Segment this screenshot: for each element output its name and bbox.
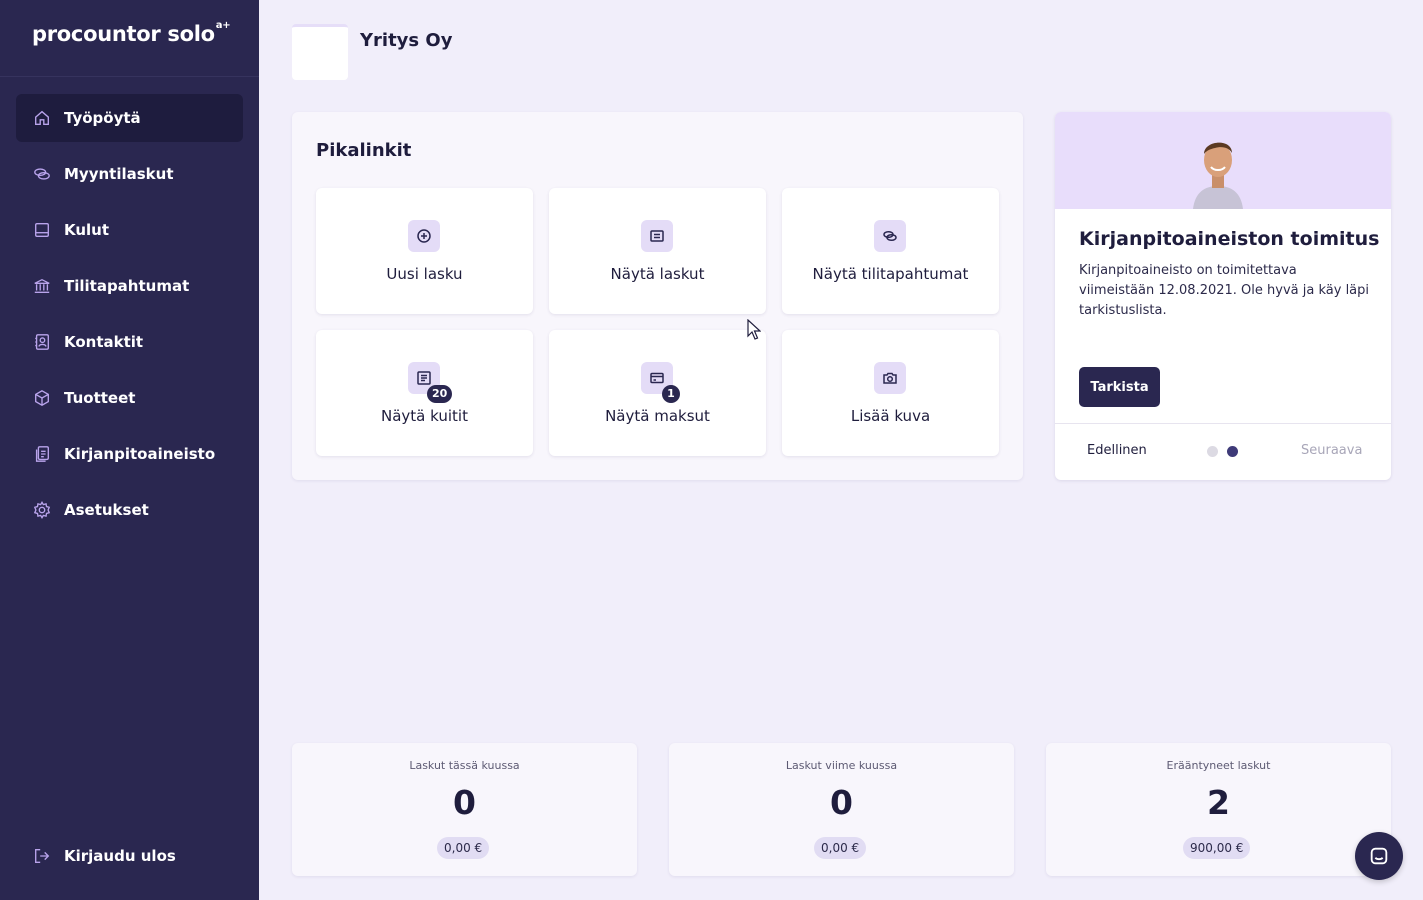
sidebar-item-label: Kirjanpitoaineisto bbox=[64, 445, 216, 463]
sidebar-item-kulut[interactable]: Kulut bbox=[16, 206, 243, 254]
carousel-dot-1[interactable] bbox=[1207, 446, 1218, 457]
stat-value: 0 bbox=[830, 783, 853, 822]
tile-label: Näytä maksut bbox=[605, 407, 710, 425]
tile-label: Näytä kuitit bbox=[381, 407, 468, 425]
chat-icon bbox=[1370, 847, 1388, 865]
divider bbox=[0, 76, 259, 77]
stat-card-this-month: Laskut tässä kuussa 0 0,00 € bbox=[292, 743, 637, 876]
stat-label: Erääntyneet laskut bbox=[1166, 759, 1271, 772]
sidebar-item-asetukset[interactable]: Asetukset bbox=[16, 486, 243, 534]
stat-card-last-month: Laskut viime kuussa 0 0,00 € bbox=[669, 743, 1014, 876]
tile-label: Näytä tilitapahtumat bbox=[812, 265, 969, 283]
sidebar-item-tuotteet[interactable]: Tuotteet bbox=[16, 374, 243, 422]
promo-banner bbox=[1055, 112, 1391, 209]
tile-nayta-maksut[interactable]: 1 Näytä maksut bbox=[549, 330, 766, 456]
promo-card: Kirjanpitoaineiston toimitus Kirjanpitoa… bbox=[1055, 112, 1391, 480]
stat-card-overdue: Erääntyneet laskut 2 900,00 € bbox=[1046, 743, 1391, 876]
promo-text: Kirjanpitoaineisto on toimitettava viime… bbox=[1079, 263, 1370, 318]
chat-button[interactable] bbox=[1355, 832, 1403, 880]
receipts-badge: 20 bbox=[427, 385, 453, 403]
stat-amount: 0,00 € bbox=[437, 837, 490, 859]
tile-nayta-laskut[interactable]: Näytä laskut bbox=[549, 188, 766, 314]
sidebar-item-label: Tuotteet bbox=[64, 389, 136, 407]
stat-value: 2 bbox=[1207, 783, 1230, 822]
company-name: Yritys Oy bbox=[360, 30, 453, 51]
sidebar-item-tilitapahtumat[interactable]: Tilitapahtumat bbox=[16, 262, 243, 310]
stat-value: 0 bbox=[453, 783, 476, 822]
sidebar-item-label: Kulut bbox=[64, 221, 110, 239]
home-icon bbox=[32, 108, 52, 128]
sidebar: procountor soloa+ Työpöytä Myyntilaskut … bbox=[0, 0, 259, 900]
sidebar-item-tyopoyta[interactable]: Työpöytä bbox=[16, 94, 243, 142]
logout-button[interactable]: Kirjaudu ulos bbox=[16, 832, 243, 880]
quick-links-title: Pikalinkit bbox=[316, 140, 412, 161]
tile-nayta-kuitit[interactable]: 20 Näytä kuitit bbox=[316, 330, 533, 456]
quick-links-panel: Pikalinkit Uusi lasku Näytä laskut Näytä… bbox=[292, 112, 1023, 480]
documents-icon bbox=[32, 444, 52, 464]
inbox-icon bbox=[32, 220, 52, 240]
gear-icon bbox=[32, 500, 52, 520]
sidebar-item-label: Myyntilaskut bbox=[64, 165, 174, 183]
app-logo[interactable]: procountor soloa+ bbox=[32, 20, 231, 46]
tile-label: Näytä laskut bbox=[610, 265, 705, 283]
previous-button[interactable]: Edellinen bbox=[1087, 443, 1147, 458]
invoice-icon bbox=[641, 220, 673, 252]
sidebar-item-label: Asetukset bbox=[64, 501, 149, 519]
bank-icon bbox=[32, 276, 52, 296]
tile-lisaa-kuva[interactable]: Lisää kuva bbox=[782, 330, 999, 456]
stat-label: Laskut tässä kuussa bbox=[409, 759, 520, 772]
carousel-dot-2[interactable] bbox=[1227, 446, 1238, 457]
tile-label: Lisää kuva bbox=[850, 407, 931, 425]
logout-label: Kirjaudu ulos bbox=[64, 847, 176, 865]
sidebar-item-label: Tilitapahtumat bbox=[64, 277, 190, 295]
sidebar-item-label: Työpöytä bbox=[64, 109, 141, 127]
stat-label: Laskut viime kuussa bbox=[785, 759, 898, 772]
coins-icon bbox=[874, 220, 906, 252]
logout-icon bbox=[32, 846, 52, 866]
tile-label: Uusi lasku bbox=[386, 265, 463, 283]
payments-badge: 1 bbox=[662, 385, 680, 403]
person-illustration bbox=[1193, 142, 1243, 209]
sidebar-item-kontaktit[interactable]: Kontaktit bbox=[16, 318, 243, 366]
company-logo bbox=[292, 24, 348, 80]
tile-nayta-tilitapahtumat[interactable]: Näytä tilitapahtumat bbox=[782, 188, 999, 314]
stat-amount: 900,00 € bbox=[1183, 837, 1251, 859]
promo-title: Kirjanpitoaineiston toimitus bbox=[1079, 228, 1380, 250]
next-button[interactable]: Seuraava bbox=[1301, 443, 1362, 458]
divider bbox=[1055, 423, 1391, 424]
check-button[interactable]: Tarkista bbox=[1079, 367, 1160, 407]
camera-icon bbox=[874, 362, 906, 394]
box-icon bbox=[32, 388, 52, 408]
mouse-cursor-icon bbox=[747, 319, 761, 340]
sidebar-item-label: Kontaktit bbox=[64, 333, 144, 351]
sidebar-item-kirjanpitoaineisto[interactable]: Kirjanpitoaineisto bbox=[16, 430, 243, 478]
stat-amount: 0,00 € bbox=[814, 837, 867, 859]
plus-circle-icon bbox=[408, 220, 440, 252]
contact-icon bbox=[32, 332, 52, 352]
coins-icon bbox=[32, 164, 52, 184]
sidebar-item-myyntilaskut[interactable]: Myyntilaskut bbox=[16, 150, 243, 198]
tile-uusi-lasku[interactable]: Uusi lasku bbox=[316, 188, 533, 314]
